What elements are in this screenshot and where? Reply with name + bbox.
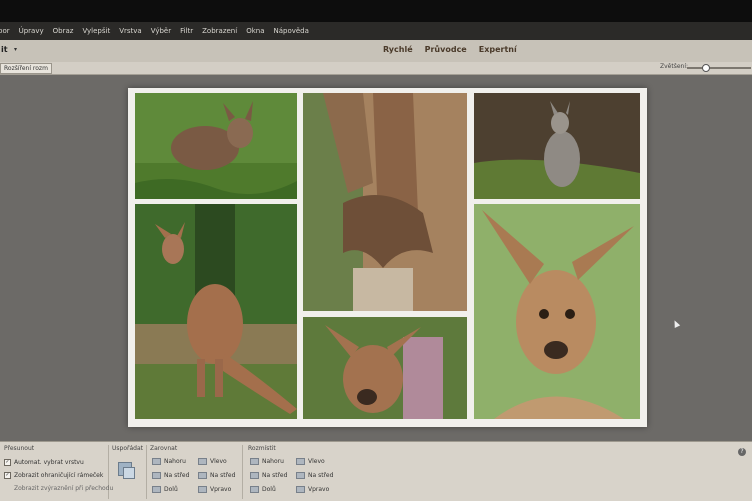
align-middle-icon <box>198 472 207 479</box>
distribute-top-label: Nahoru <box>262 458 284 465</box>
photo-kangaroo-paw[interactable] <box>303 93 467 311</box>
mouse-cursor-icon <box>671 319 681 328</box>
distribute-bottom-button[interactable]: Dolů <box>250 486 276 493</box>
distribute-right-icon <box>296 486 305 493</box>
distribute-section: Rozmístit Nahoru Na střed Dolů Vlevo Na … <box>244 445 348 499</box>
show-highlight-label: Zobrazit zvýraznění při přechodu <box>14 485 114 492</box>
photo-kangaroo-face[interactable] <box>303 317 467 419</box>
menu-item-image[interactable]: Obraz <box>53 27 74 35</box>
align-section: Zarovnat Nahoru Na střed Dolů Vlevo Na s… <box>146 445 243 499</box>
zoom-slider-knob[interactable] <box>701 64 710 72</box>
expand-size-button[interactable]: Rozšíření rozm <box>0 63 52 74</box>
auto-select-row[interactable]: ✓ Automat. vybrat vrstvu <box>4 459 84 466</box>
move-section: Přesunout ✓ Automat. vybrat vrstvu ✓ Zob… <box>0 445 113 499</box>
distribute-left-icon <box>296 458 305 465</box>
auto-select-checkbox[interactable]: ✓ <box>4 459 11 466</box>
align-top-button[interactable]: Nahoru <box>152 458 186 465</box>
chevron-down-icon[interactable]: ▾ <box>14 46 17 53</box>
show-bbox-label: Zobrazit ohraničující rámeček <box>14 472 104 479</box>
show-bbox-checkbox[interactable]: ✓ <box>4 472 11 479</box>
distribute-middle-icon <box>296 472 305 479</box>
distribute-middle-label: Na střed <box>308 472 334 479</box>
zoom-label: Zvětšení: <box>660 63 689 70</box>
show-highlight-row[interactable]: Zobrazit zvýraznění při přechodu <box>14 485 113 492</box>
photo-kangaroo-portrait[interactable] <box>474 204 640 419</box>
menu-item-select[interactable]: Výběr <box>151 27 171 35</box>
distribute-top-icon <box>250 458 259 465</box>
tab-expert[interactable]: Expertní <box>479 45 517 54</box>
open-menu-button[interactable]: it <box>1 45 8 54</box>
distribute-bottom-label: Dolů <box>262 486 276 493</box>
align-bottom-icon <box>152 486 161 493</box>
distribute-middle-button[interactable]: Na střed <box>296 472 333 479</box>
tool-options-panel: Přesunout ✓ Automat. vybrat vrstvu ✓ Zob… <box>0 441 752 501</box>
show-bbox-row[interactable]: ✓ Zobrazit ohraničující rámeček <box>4 472 103 479</box>
menu-item-enhance[interactable]: Vylepšit <box>82 27 110 35</box>
mode-bar: it ▾ Rychlé Průvodce Expertní <box>0 40 752 63</box>
menu-item-help[interactable]: Nápověda <box>273 27 308 35</box>
arrange-title: Uspořádat <box>112 445 143 452</box>
align-middle-label: Na střed <box>210 472 236 479</box>
photo-kangaroo-standing[interactable] <box>135 204 297 419</box>
tab-quick[interactable]: Rychlé <box>383 45 413 54</box>
align-top-label: Nahoru <box>164 458 186 465</box>
align-left-label: Vlevo <box>210 458 227 465</box>
align-title: Zarovnat <box>150 445 178 452</box>
align-bottom-button[interactable]: Dolů <box>152 486 178 493</box>
menu-item-view[interactable]: Zobrazení <box>202 27 237 35</box>
align-right-button[interactable]: Vpravo <box>198 486 231 493</box>
distribute-left-label: Vlevo <box>308 458 325 465</box>
tab-guided[interactable]: Průvodce <box>425 45 467 54</box>
align-right-icon <box>198 486 207 493</box>
help-icon[interactable]: ? <box>738 448 746 456</box>
align-left-button[interactable]: Vlevo <box>198 458 227 465</box>
align-top-icon <box>152 458 161 465</box>
auto-select-label: Automat. vybrat vrstvu <box>14 459 84 466</box>
distribute-center-label: Na střed <box>262 472 288 479</box>
options-bar: Rozšíření rozm Zvětšení: <box>0 62 752 75</box>
arrange-front-icon <box>123 467 135 479</box>
align-center-icon <box>152 472 161 479</box>
distribute-title: Rozmístit <box>248 445 276 452</box>
distribute-center-icon <box>250 472 259 479</box>
distribute-right-label: Vpravo <box>308 486 330 493</box>
distribute-center-button[interactable]: Na střed <box>250 472 287 479</box>
mode-tabs: Rychlé Průvodce Expertní <box>383 45 517 54</box>
align-center-label: Na střed <box>164 472 190 479</box>
distribute-top-button[interactable]: Nahoru <box>250 458 284 465</box>
distribute-left-button[interactable]: Vlevo <box>296 458 325 465</box>
menu-item-window[interactable]: Okna <box>246 27 264 35</box>
zoom-slider[interactable] <box>687 64 751 72</box>
photo-wallaby-sitting[interactable] <box>474 93 640 199</box>
distribute-right-button[interactable]: Vpravo <box>296 486 329 493</box>
align-bottom-label: Dolů <box>164 486 178 493</box>
menu-item-layer[interactable]: Vrstva <box>119 27 142 35</box>
editor-window: bor Úpravy Obraz Vylepšit Vrstva Výběr F… <box>0 22 752 501</box>
move-title: Přesunout <box>4 445 35 452</box>
photo-kangaroo-grass[interactable] <box>135 93 297 199</box>
align-middle-button[interactable]: Na střed <box>198 472 235 479</box>
align-right-label: Vpravo <box>210 486 232 493</box>
align-left-icon <box>198 458 207 465</box>
distribute-bottom-icon <box>250 486 259 493</box>
collage-canvas[interactable] <box>128 88 647 427</box>
menu-bar: bor Úpravy Obraz Vylepšit Vrstva Výběr F… <box>0 22 752 40</box>
menu-item-edit[interactable]: Úpravy <box>19 27 44 35</box>
menu-item-filter[interactable]: Filtr <box>180 27 193 35</box>
workspace <box>0 75 752 441</box>
align-center-button[interactable]: Na střed <box>152 472 189 479</box>
menu-item-file[interactable]: bor <box>0 27 10 35</box>
